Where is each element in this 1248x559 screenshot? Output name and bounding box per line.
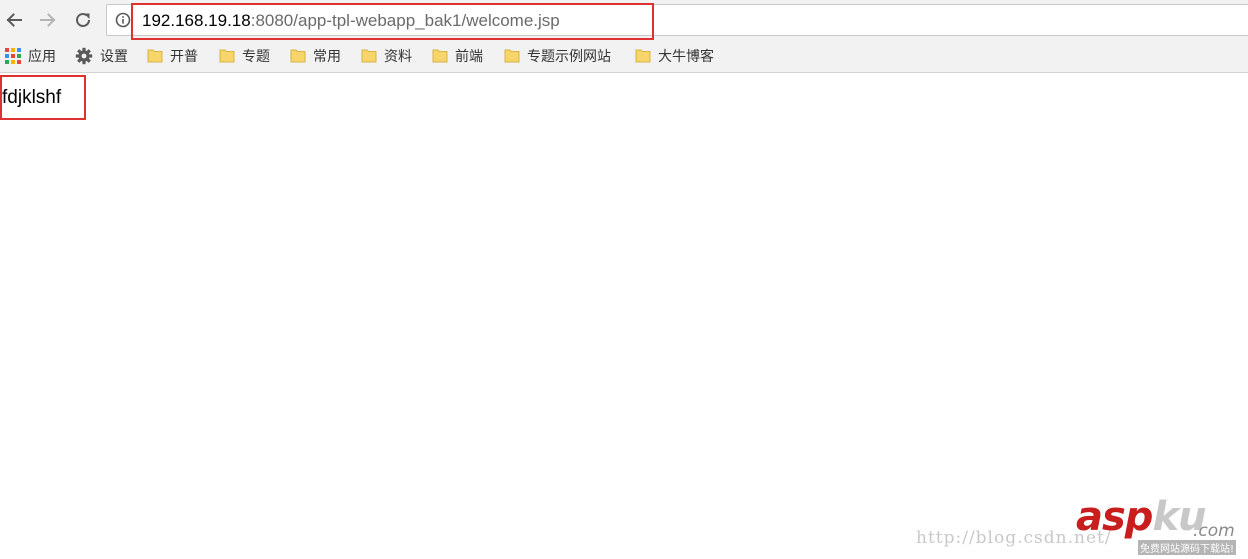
arrow-right-icon — [40, 13, 56, 27]
watermark-logo: aspku — [1076, 494, 1207, 540]
bookmark-apps-label: 应用 — [28, 49, 56, 65]
bookmark-folder-4[interactable]: 资料 — [361, 46, 412, 66]
bookmark-folder-1[interactable]: 开普 — [147, 46, 198, 66]
folder-icon — [147, 49, 163, 63]
back-button[interactable] — [2, 8, 26, 32]
bookmark-folder-label: 资料 — [384, 49, 412, 65]
browser-window: 192.168.19.18:8080/app-tpl-webapp_bak1/w… — [0, 0, 1248, 559]
bookmark-settings[interactable]: 设置 — [75, 46, 128, 66]
browser-toolbar: 192.168.19.18:8080/app-tpl-webapp_bak1/w… — [0, 0, 1248, 40]
address-bar[interactable]: 192.168.19.18:8080/app-tpl-webapp_bak1/w… — [106, 4, 1248, 36]
bookmark-folder-label: 专题示例网站 — [527, 49, 611, 65]
folder-icon — [635, 49, 651, 63]
bookmark-folder-7[interactable]: 大牛博客 — [635, 46, 714, 66]
folder-icon — [290, 49, 306, 63]
gear-icon — [75, 47, 93, 65]
watermark-logo-com: .com — [1193, 521, 1235, 541]
watermark-tagline: 免费网站源码下载站! — [1138, 540, 1237, 555]
folder-icon — [219, 49, 235, 63]
bookmark-folder-label: 专题 — [242, 49, 270, 65]
bookmark-folder-5[interactable]: 前端 — [432, 46, 483, 66]
bookmark-folder-3[interactable]: 常用 — [290, 46, 341, 66]
bookmark-folder-6[interactable]: 专题示例网站 — [504, 46, 611, 66]
forward-button[interactable] — [36, 8, 60, 32]
watermark-logo-asp: asp — [1076, 494, 1153, 540]
bookmark-folder-label: 前端 — [455, 49, 483, 65]
reload-icon — [76, 13, 90, 27]
bookmark-folder-label: 常用 — [313, 49, 341, 65]
apps-grid-icon — [5, 48, 21, 64]
bookmark-folder-label: 开普 — [170, 49, 198, 65]
url-host: 192.168.19.18 — [142, 11, 251, 30]
bookmarks-bar: 应用 设置 开普 专题 常用 资料 前端 专题示例网站 大牛博客 — [0, 40, 1248, 73]
bookmark-folder-2[interactable]: 专题 — [219, 46, 270, 66]
bookmark-folder-label: 大牛博客 — [658, 49, 714, 65]
folder-icon — [504, 49, 520, 63]
info-icon[interactable] — [115, 12, 131, 28]
arrow-left-icon — [6, 13, 22, 27]
reload-button[interactable] — [71, 8, 95, 32]
url-path: :8080/app-tpl-webapp_bak1/welcome.jsp — [250, 11, 560, 30]
folder-icon — [361, 49, 377, 63]
bookmark-settings-label: 设置 — [100, 49, 128, 65]
folder-icon — [432, 49, 448, 63]
bookmark-apps[interactable]: 应用 — [5, 46, 56, 66]
page-body-text: fdjklshf — [2, 87, 62, 108]
url-text[interactable]: 192.168.19.18:8080/app-tpl-webapp_bak1/w… — [142, 10, 560, 32]
